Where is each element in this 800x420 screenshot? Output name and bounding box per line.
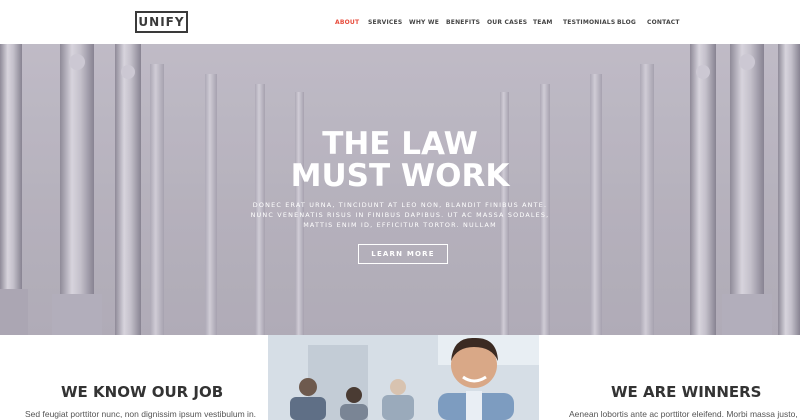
nav-item-services[interactable]: SERVICES — [368, 19, 402, 26]
features-section: WE KNOW OUR JOB Sed feugiat porttitor nu… — [0, 335, 800, 420]
hero-text-line2: NUNC VENENATIS RISUS IN FINIBUS DAPIBUS.… — [250, 211, 550, 219]
left-section-text: Sed feugiat porttitor nunc, non dignissi… — [25, 409, 257, 419]
main-nav: ABOUT SERVICES WHY WE BENEFITS OUR CASES… — [0, 19, 800, 29]
nav-item-blog[interactable]: BLOG — [617, 19, 636, 26]
hero-text-line1: DONEC ERAT URNA, TINCIDUNT AT LEO NON, B… — [252, 201, 548, 209]
hero-title-line1: THE LAW — [322, 126, 478, 162]
nav-item-contact[interactable]: CONTACT — [647, 19, 680, 26]
learn-more-button[interactable]: LEARN MORE — [358, 244, 448, 264]
nav-item-team[interactable]: TEAM — [533, 19, 553, 26]
hero-section: THE LAW MUST WORK DONEC ERAT URNA, TINCI… — [0, 44, 800, 335]
hero-text-line3: MATTIS ENIM ID, EFFICITUR TORTOR. NULLAM — [303, 221, 497, 229]
hero-title-line2: MUST WORK — [290, 158, 510, 194]
nav-item-about[interactable]: ABOUT — [335, 19, 359, 26]
nav-item-why-we[interactable]: WHY WE — [409, 19, 439, 26]
left-section-title: WE KNOW OUR JOB — [61, 383, 224, 401]
site-header: UNIFY ABOUT SERVICES WHY WE BENEFITS OUR… — [0, 0, 800, 44]
nav-item-benefits[interactable]: BENEFITS — [446, 19, 480, 26]
right-section-title: WE ARE WINNERS — [611, 383, 762, 401]
nav-item-our-cases[interactable]: OUR CASES — [487, 19, 527, 26]
team-photo — [268, 335, 539, 420]
nav-item-testimonials[interactable]: TESTIMONIALS — [563, 19, 615, 26]
right-section-text: Aenean lobortis ante ac porttitor eleife… — [569, 409, 798, 419]
